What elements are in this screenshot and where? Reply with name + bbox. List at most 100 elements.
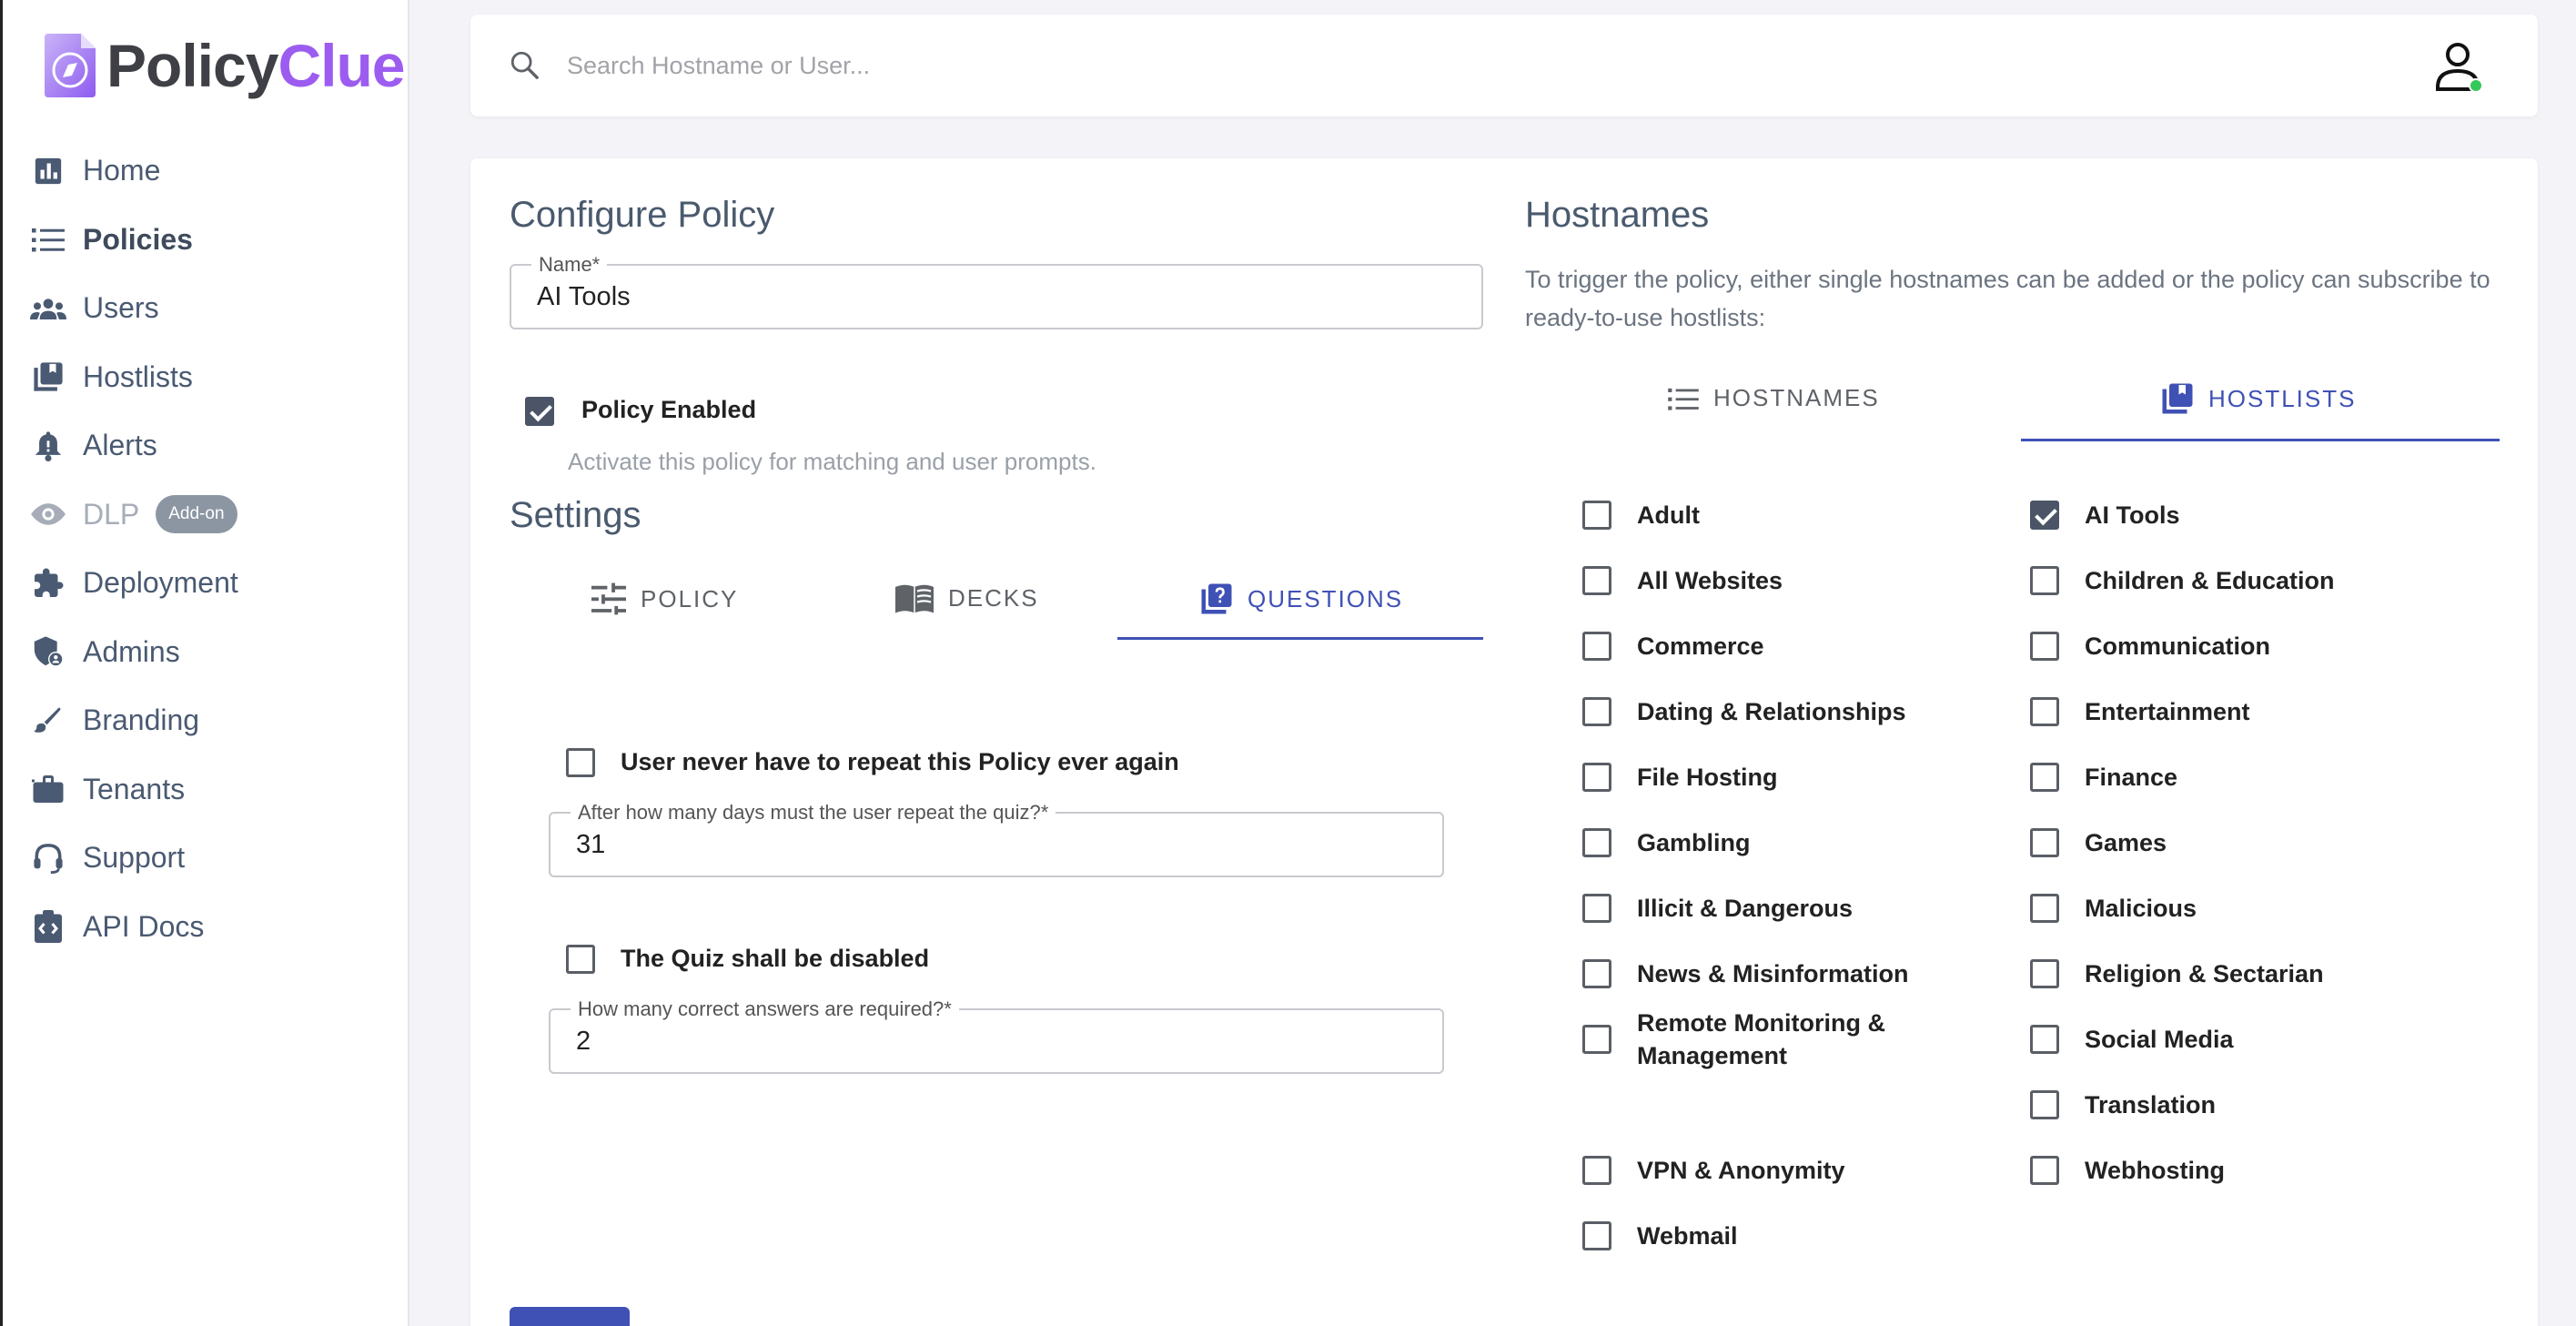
policy-enabled-label: Policy Enabled <box>581 396 757 423</box>
sidebar-item-policies[interactable]: Policies <box>30 206 394 275</box>
hostlist-checkbox[interactable] <box>2030 763 2059 792</box>
policy-config-card: Configure Policy Name* AI Tools Policy E… <box>470 158 2538 1326</box>
hostlist-label: AI Tools <box>2085 501 2180 529</box>
sidebar-item-deployment[interactable]: Deployment <box>30 549 394 618</box>
policy-name-field[interactable]: Name* AI Tools <box>510 253 1483 329</box>
briefcase-icon <box>30 771 66 807</box>
top-search-bar <box>470 15 2538 116</box>
sidebar: PolicyClue Home Policies Users Hostlists… <box>0 0 409 1326</box>
hostlist-checkbox[interactable] <box>1582 697 1611 726</box>
hostlist-checkbox[interactable] <box>2030 501 2059 530</box>
tab-hostlists-indicator <box>2021 439 2500 441</box>
sidebar-item-dlp[interactable]: DLP Add-on <box>30 481 394 550</box>
addon-badge: Add-on <box>156 495 237 534</box>
configure-policy-title: Configure Policy <box>510 195 775 235</box>
hostlist-checkbox[interactable] <box>2030 632 2059 661</box>
brand-name-2: Clue <box>278 32 405 99</box>
headset-icon <box>30 840 66 876</box>
tab-policy-label: POLICY <box>641 584 739 612</box>
sidebar-item-label: API Docs <box>83 909 205 943</box>
sidebar-item-home[interactable]: Home <box>30 137 394 206</box>
quiz-disabled-checkbox[interactable] <box>566 945 595 974</box>
code-clipboard-icon <box>30 908 66 945</box>
sidebar-item-label: Branding <box>83 703 200 737</box>
hostlist-label: Social Media <box>2085 1026 2234 1053</box>
hostlist-checkbox[interactable] <box>2030 828 2059 857</box>
tab-hostnames[interactable]: HOSTNAMES <box>1668 384 1880 412</box>
hostlist-checkbox[interactable] <box>1582 501 1611 530</box>
hostlist-label: Illicit & Dangerous <box>1637 895 1854 922</box>
hostlist-checkbox[interactable] <box>1582 1221 1611 1250</box>
sidebar-item-support[interactable]: Support <box>30 824 394 893</box>
hostlist-checkbox[interactable] <box>1582 828 1611 857</box>
search-input[interactable] <box>567 42 1386 89</box>
tab-questions[interactable]: QUESTIONS <box>1200 582 1403 615</box>
never-repeat-checkbox[interactable] <box>566 748 595 777</box>
hostlist-checkbox[interactable] <box>1582 1156 1611 1185</box>
users-icon <box>30 290 66 327</box>
sidebar-item-branding[interactable]: Branding <box>30 686 394 755</box>
correct-answers-field[interactable]: How many correct answers are required?* … <box>549 997 1444 1074</box>
hostlist-label: Adult <box>1637 501 1700 529</box>
save-button[interactable] <box>510 1307 630 1326</box>
repeat-days-value: 31 <box>576 830 606 859</box>
hostlist-checkbox[interactable] <box>1582 566 1611 595</box>
sidebar-item-tenants[interactable]: Tenants <box>30 755 394 825</box>
hostlist-checkbox[interactable] <box>2030 894 2059 923</box>
sidebar-item-users[interactable]: Users <box>30 274 394 343</box>
hostlist-label: Communication <box>2085 633 2271 660</box>
library-icon <box>2162 383 2193 414</box>
hostlist-checkbox[interactable] <box>2030 959 2059 988</box>
never-repeat-label: User never have to repeat this Policy ev… <box>621 748 1179 775</box>
tab-hostnames-label: HOSTNAMES <box>1713 384 1880 411</box>
hostlist-checkbox[interactable] <box>1582 959 1611 988</box>
tab-decks[interactable]: DECKS <box>895 582 1039 613</box>
sidebar-item-label: Admins <box>83 634 180 668</box>
tab-policy[interactable]: POLICY <box>591 582 738 615</box>
logo[interactable]: PolicyClue <box>41 31 405 100</box>
sidebar-item-label: Tenants <box>83 772 186 805</box>
library-icon <box>30 359 66 395</box>
hostlist-checkbox[interactable] <box>1582 763 1611 792</box>
hostlist-checkbox[interactable] <box>2030 1025 2059 1054</box>
hostlist-checkbox[interactable] <box>1582 894 1611 923</box>
tab-decks-label: DECKS <box>948 583 1039 612</box>
policy-enabled-checkbox[interactable] <box>525 397 554 426</box>
hostlist-checkbox[interactable] <box>2030 566 2059 595</box>
brand-name-1: Policy <box>106 32 278 99</box>
chart-icon <box>30 153 66 189</box>
sidebar-item-api-docs[interactable]: API Docs <box>30 893 394 962</box>
puzzle-icon <box>30 565 66 602</box>
hostlist-checkbox[interactable] <box>2030 697 2059 726</box>
sidebar-item-label: Hostlists <box>83 359 193 393</box>
hostlist-checkbox[interactable] <box>2030 1090 2059 1119</box>
brush-icon <box>30 703 66 739</box>
hostlist-label: Finance <box>2085 764 2178 791</box>
tune-icon <box>591 582 626 615</box>
sidebar-item-admins[interactable]: Admins <box>30 618 394 687</box>
policy-enabled-hint: Activate this policy for matching and us… <box>568 448 1096 475</box>
user-account-icon[interactable] <box>2434 40 2485 95</box>
settings-title: Settings <box>510 495 641 535</box>
hostlist-label: Dating & Relationships <box>1637 698 1906 725</box>
hostlist-label: Gambling <box>1637 829 1751 856</box>
correct-answers-value: 2 <box>576 1027 591 1056</box>
tab-hostlists[interactable]: HOSTLISTS <box>2161 382 2356 415</box>
repeat-days-label: After how many days must the user repeat… <box>571 801 1056 825</box>
hostlist-checkbox[interactable] <box>1582 1025 1611 1054</box>
hostlist-checkbox[interactable] <box>2030 1156 2059 1185</box>
hostlist-checkbox[interactable] <box>1582 632 1611 661</box>
hostlist-label: All Websites <box>1637 567 1783 594</box>
shield-user-icon <box>30 633 66 670</box>
repeat-days-field[interactable]: After how many days must the user repeat… <box>549 801 1444 877</box>
hostlist-label: File Hosting <box>1637 764 1778 791</box>
logo-icon <box>41 32 99 99</box>
sidebar-item-label: Home <box>83 154 161 187</box>
eye-icon <box>30 496 66 532</box>
sidebar-item-alerts[interactable]: Alerts <box>30 411 394 481</box>
question-library-icon <box>1201 583 1232 614</box>
sidebar-item-hostlists[interactable]: Hostlists <box>30 343 394 412</box>
hostlist-label: News & Misinformation <box>1637 960 1909 987</box>
sidebar-item-label: Users <box>83 291 159 325</box>
sidebar-nav: Home Policies Users Hostlists Alerts DLP… <box>30 137 394 961</box>
